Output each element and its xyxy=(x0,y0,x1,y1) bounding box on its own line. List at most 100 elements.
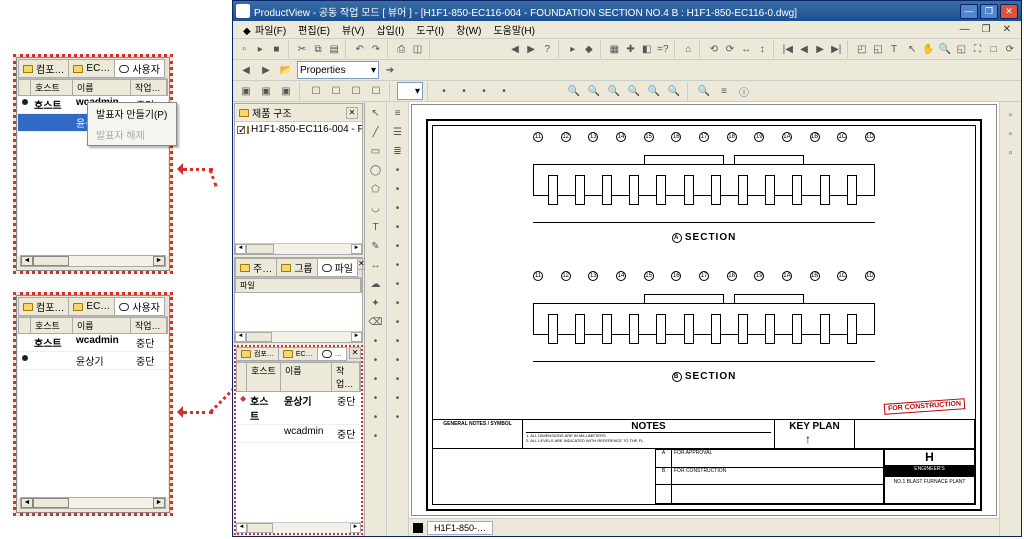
back-icon[interactable]: ◀ xyxy=(508,40,522,58)
v10-icon[interactable]: • xyxy=(389,275,407,293)
tab-components[interactable]: 컴포… xyxy=(18,297,69,316)
scroll-right-icon[interactable]: ► xyxy=(153,498,165,508)
next-icon[interactable]: ▶ xyxy=(813,40,827,58)
sel4-icon[interactable]: ☐ xyxy=(367,82,385,100)
layer1-icon[interactable]: ▣ xyxy=(237,82,255,100)
minimize-button[interactable]: — xyxy=(960,4,978,19)
tool13-icon[interactable]: • xyxy=(367,332,385,350)
tree-body[interactable]: ✓ H1F1-850-EC116-004 - FOU xyxy=(235,122,362,243)
next2-icon[interactable]: ▶ xyxy=(257,61,275,79)
mini-user-row[interactable]: wcadmin 중단 xyxy=(236,425,361,443)
close-icon[interactable]: ✕ xyxy=(349,347,361,359)
home-icon[interactable]: ⌂ xyxy=(681,40,695,58)
arc-icon[interactable]: ◡ xyxy=(367,199,385,217)
erase-icon[interactable]: ⌫ xyxy=(367,313,385,331)
tab-ec[interactable]: EC… xyxy=(68,59,115,78)
style-combo[interactable]: ▾ xyxy=(397,82,423,100)
v15-icon[interactable]: • xyxy=(389,370,407,388)
rect-icon[interactable]: ▭ xyxy=(367,142,385,160)
user-row[interactable]: 윤상기 중단 xyxy=(18,352,168,370)
pointer-icon[interactable]: ↖ xyxy=(905,40,919,58)
note-icon[interactable]: ✎ xyxy=(367,237,385,255)
col-host[interactable]: 호스트 xyxy=(31,318,73,333)
scroll-thumb[interactable] xyxy=(33,498,69,508)
v12-icon[interactable]: • xyxy=(389,313,407,331)
tree-item-label[interactable]: H1F1-850-EC116-004 - FOU xyxy=(251,124,362,135)
mdi-close-button[interactable]: ✕ xyxy=(997,23,1017,36)
layer2-icon[interactable]: ▣ xyxy=(257,82,275,100)
col-action[interactable]: 작업… xyxy=(131,318,167,333)
fit-icon[interactable]: ⛶ xyxy=(970,40,984,58)
highlight-icon[interactable]: ◧ xyxy=(640,40,654,58)
v17-icon[interactable]: • xyxy=(389,408,407,426)
z5-icon[interactable]: 🔍 xyxy=(645,82,663,100)
doc-tab[interactable]: H1F1-850-… xyxy=(427,521,493,535)
scroll-left-icon[interactable]: ◄ xyxy=(21,498,33,508)
scroll-right-icon[interactable]: ► xyxy=(153,256,165,266)
z3-icon[interactable]: 🔍 xyxy=(605,82,623,100)
close-icon[interactable]: ✕ xyxy=(346,107,358,119)
tool16-icon[interactable]: • xyxy=(367,389,385,407)
stamp-icon[interactable]: ✦ xyxy=(367,294,385,312)
flag-icon[interactable]: ▸ xyxy=(566,40,580,58)
file-list-body[interactable] xyxy=(235,293,362,331)
z2-icon[interactable]: 🔍 xyxy=(585,82,603,100)
open-icon[interactable]: ▸ xyxy=(253,40,267,58)
circle-icon[interactable]: ◯ xyxy=(367,161,385,179)
layers-icon[interactable]: ≡ xyxy=(715,82,733,100)
copy-icon[interactable]: ⧉ xyxy=(311,40,325,58)
file-col[interactable]: 파일 xyxy=(236,279,361,292)
palette1-icon[interactable]: ▫ xyxy=(1002,106,1020,124)
palette2-icon[interactable]: ▫ xyxy=(1002,125,1020,143)
print-preview-icon[interactable]: ◫ xyxy=(410,40,424,58)
layer3-icon[interactable]: ▣ xyxy=(277,82,295,100)
undo-icon[interactable]: ↶ xyxy=(353,40,367,58)
refresh-icon[interactable]: ⟳ xyxy=(1003,40,1017,58)
tab-users[interactable]: 사용자 xyxy=(114,297,165,316)
tool-icon[interactable]: ◆ xyxy=(582,40,596,58)
line-icon[interactable]: ╱ xyxy=(367,123,385,141)
scroll-right-icon[interactable]: ► xyxy=(351,244,362,254)
tool18-icon[interactable]: • xyxy=(367,427,385,445)
v2-icon[interactable]: ☰ xyxy=(389,123,407,141)
h-scrollbar[interactable]: ◄ ► xyxy=(20,255,166,267)
color-layers-icon[interactable]: ▦ xyxy=(607,40,621,58)
t4-icon[interactable]: • xyxy=(495,82,513,100)
ctx-make-presenter[interactable]: 발표자 만들기(P) xyxy=(88,103,176,124)
tab-group[interactable]: 그룹 xyxy=(276,258,317,277)
menu-help[interactable]: 도움말(H) xyxy=(487,21,540,38)
rotate-right-icon[interactable]: ⟳ xyxy=(723,40,737,58)
help-icon[interactable]: ? xyxy=(540,40,554,58)
z7-icon[interactable]: 🔍 xyxy=(695,82,713,100)
new-icon[interactable]: ▫ xyxy=(237,40,251,58)
menu-view[interactable]: 뷰(V) xyxy=(336,21,371,38)
v7-icon[interactable]: • xyxy=(389,218,407,236)
scroll-left-icon[interactable]: ◄ xyxy=(21,256,33,266)
col-name[interactable]: 이름 xyxy=(73,80,131,95)
tool17-icon[interactable]: • xyxy=(367,408,385,426)
mdi-restore-button[interactable]: ❐ xyxy=(976,23,997,36)
tool15-icon[interactable]: • xyxy=(367,370,385,388)
poly-icon[interactable]: ⬠ xyxy=(367,180,385,198)
measure-icon[interactable]: ✚ xyxy=(623,40,637,58)
t2-icon[interactable]: • xyxy=(455,82,473,100)
prev-icon[interactable]: ◀ xyxy=(797,40,811,58)
v4-icon[interactable]: • xyxy=(389,161,407,179)
first-icon[interactable]: |◀ xyxy=(781,40,795,58)
hand-icon[interactable]: ✋ xyxy=(921,40,935,58)
tab-ec[interactable]: EC… xyxy=(68,297,115,316)
drawing-canvas[interactable]: 11 12 13 14 15 16 17 18 19 1A 1B xyxy=(411,104,997,516)
zoom-icon[interactable]: 🔍 xyxy=(938,40,952,58)
v1-icon[interactable]: ≡ xyxy=(389,104,407,122)
col-action[interactable]: 작업… xyxy=(131,80,167,95)
v5-icon[interactable]: • xyxy=(389,180,407,198)
tab-components[interactable]: 컴포… xyxy=(18,59,69,78)
v9-icon[interactable]: • xyxy=(389,256,407,274)
titlebar[interactable]: ProductView - 공동 작업 모드 [ 뷰어 ] - [H1F1-85… xyxy=(233,1,1021,21)
prev2-icon[interactable]: ◀ xyxy=(237,61,255,79)
info-icon[interactable]: ⓘ xyxy=(735,82,753,100)
scroll-thumb[interactable] xyxy=(33,256,69,266)
v3-icon[interactable]: ≣ xyxy=(389,142,407,160)
rotate-left-icon[interactable]: ⟲ xyxy=(707,40,721,58)
v13-icon[interactable]: • xyxy=(389,332,407,350)
